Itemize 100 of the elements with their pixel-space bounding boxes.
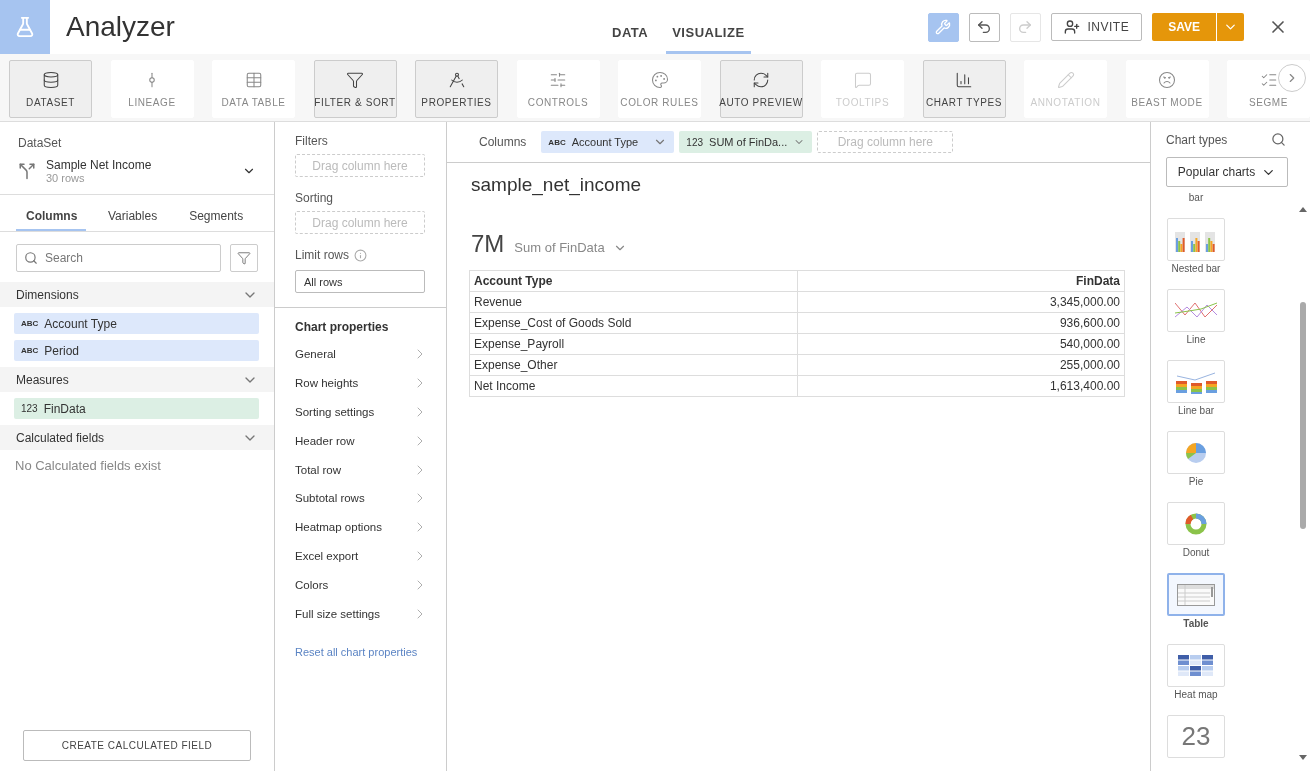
panel-tab[interactable]: Variables	[98, 203, 168, 231]
info-icon	[354, 248, 367, 262]
chart-type-label: Line bar	[1177, 405, 1215, 416]
table-cell: Expense_Other	[469, 354, 797, 376]
field-item[interactable]: 123 FinData	[14, 398, 259, 419]
summary-value: 7M	[471, 230, 505, 258]
app-title: Analyzer	[66, 11, 176, 43]
table-header: FinData	[797, 270, 1125, 292]
chart-type-label: Line	[1186, 334, 1206, 345]
panel-heading: Chart types	[1166, 132, 1228, 147]
panel-tab[interactable]: Columns	[16, 203, 86, 231]
compass-icon	[447, 70, 466, 89]
speech-bubble-icon	[853, 70, 872, 89]
palette-icon	[650, 70, 669, 89]
tools-button[interactable]	[927, 12, 959, 42]
toolbar-button[interactable]: AUTO PREVIEW	[719, 60, 803, 118]
chart-type-option[interactable]	[1167, 360, 1225, 403]
table-cell: Net Income	[469, 375, 797, 397]
table-chart-icon	[1177, 583, 1215, 606]
chart-filter-dropdown[interactable]: Popular charts	[1166, 157, 1288, 187]
drop-zone: Drag column here	[817, 131, 954, 153]
section-header[interactable]: Dimensions	[0, 282, 274, 307]
save-options-button[interactable]	[1216, 13, 1244, 41]
chart-type-option[interactable]	[1167, 218, 1225, 261]
table-cell: Expense_Payroll	[469, 333, 797, 355]
create-field-button[interactable]: CREATE CALCULATED FIELD	[23, 730, 251, 761]
toolbar-button[interactable]: CONTROLS	[516, 60, 600, 118]
toolbar-button[interactable]: DATA TABLE	[212, 60, 295, 118]
refresh-icon	[752, 70, 770, 89]
bar-chart-icon	[955, 70, 973, 89]
property-item[interactable]: Row heights	[275, 368, 446, 398]
limit-rows-field[interactable]: All rows	[295, 270, 425, 293]
search-icon	[24, 251, 38, 265]
property-item[interactable]: Heatmap options	[275, 512, 446, 542]
field-item[interactable]: ABC Account Type	[14, 313, 259, 334]
toolbar-button[interactable]: PROPERTIES	[415, 60, 498, 118]
filter-button[interactable]	[230, 244, 258, 272]
section-label: DataSet	[17, 135, 63, 152]
toolbar-button[interactable]: LINEAGE	[110, 60, 194, 118]
table-cell: 255,000.00	[797, 354, 1125, 376]
toolbar-button[interactable]: FILTER & SORT	[313, 60, 397, 118]
redo-icon	[1017, 19, 1034, 35]
line-bar-chart-icon	[1175, 369, 1217, 394]
nav-tab[interactable]: DATA	[606, 0, 655, 54]
search-field[interactable]: Search	[16, 244, 221, 272]
chart-type-option[interactable]	[1167, 573, 1225, 616]
search-icon[interactable]	[1271, 132, 1286, 147]
undo-icon	[976, 19, 993, 35]
table-cell: Revenue	[469, 291, 797, 313]
column-pill[interactable]: 123 SUM of FinDa...	[679, 131, 813, 153]
undo-button[interactable]	[968, 12, 1000, 42]
pie-chart-icon	[1184, 440, 1208, 465]
property-item[interactable]: Total row	[275, 455, 446, 484]
panel-tab[interactable]: Segments	[179, 203, 254, 231]
table-cell: 936,600.00	[797, 312, 1125, 334]
column-pill[interactable]: ABC Account Type	[541, 131, 675, 153]
property-item[interactable]: Excel export	[275, 541, 446, 571]
columns-label: Columns	[479, 135, 527, 149]
chart-type-option[interactable]	[1167, 502, 1225, 545]
funnel-icon	[237, 250, 251, 266]
toolbar-button[interactable]: BEAST MODE	[1125, 60, 1209, 118]
property-item[interactable]: Colors	[275, 570, 446, 600]
chart-type-label: Heat map	[1174, 689, 1218, 700]
section-header[interactable]: Calculated fields	[0, 425, 274, 450]
reset-link[interactable]: Reset all chart properties	[275, 645, 446, 658]
chart-type-label: Donut	[1182, 547, 1210, 558]
dataset-name: Sample Net Income	[46, 158, 153, 172]
section-header[interactable]: Measures	[0, 367, 274, 392]
property-item[interactable]: General	[275, 340, 446, 369]
chart-type-label: Pie	[1188, 476, 1204, 487]
table-cell: 540,000.00	[797, 333, 1125, 355]
property-item[interactable]: Subtotal rows	[275, 484, 446, 513]
chart-type-option[interactable]	[1167, 644, 1225, 687]
pencil-icon	[1056, 70, 1075, 89]
add-user-icon	[1063, 19, 1080, 35]
toolbar-button[interactable]: COLOR RULES	[618, 60, 701, 118]
summary-dropdown[interactable]: Sum of FinData	[514, 240, 627, 255]
table-icon	[244, 70, 263, 89]
sliders-icon	[549, 70, 567, 89]
invite-button[interactable]: INVITE	[1050, 13, 1143, 41]
toolbar-button[interactable]: CHART TYPES	[922, 60, 1006, 118]
properties-heading: Chart properties	[294, 320, 390, 336]
toolbar-button[interactable]: DATASET	[9, 60, 92, 118]
chart-title: sample_net_income	[470, 173, 643, 196]
chart-type-option[interactable]: 23	[1167, 715, 1225, 758]
property-item[interactable]: Header row	[275, 426, 446, 456]
section-label: Limit rows	[295, 248, 349, 262]
section-label: Sorting	[294, 190, 335, 207]
face-icon	[1158, 70, 1176, 89]
field-item[interactable]: ABC Period	[14, 340, 259, 361]
section-label: Filters	[294, 133, 329, 150]
property-item[interactable]: Sorting settings	[275, 397, 446, 427]
empty-message: No Calculated fields exist	[14, 457, 162, 475]
property-item[interactable]: Full size settings	[275, 599, 446, 628]
drop-zone: Drag column here	[295, 211, 425, 234]
donut-chart-icon	[1184, 511, 1208, 536]
chart-type-option[interactable]	[1167, 431, 1225, 474]
table-cell: 3,345,000.00	[797, 291, 1125, 313]
table-cell: 1,613,400.00	[797, 375, 1125, 397]
chart-type-label[interactable]: bar	[1188, 192, 1204, 203]
